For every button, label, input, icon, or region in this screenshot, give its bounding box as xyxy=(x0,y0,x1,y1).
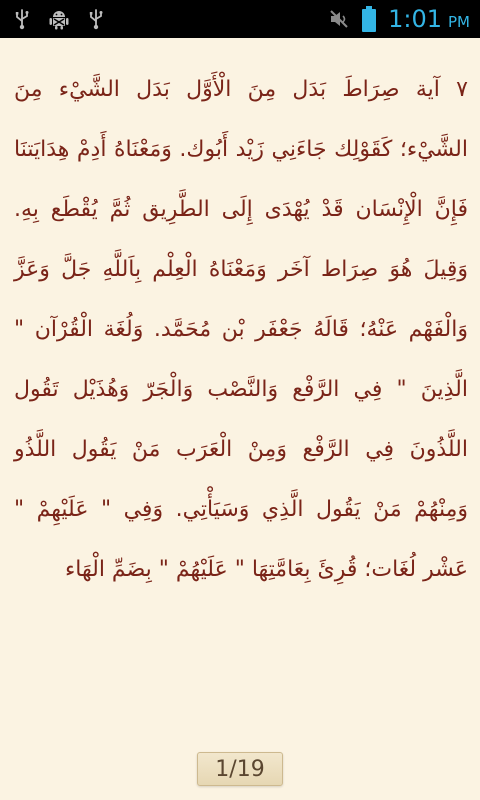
usb-icon xyxy=(88,8,104,30)
status-bar: 1:01 PM xyxy=(0,0,480,38)
page-indicator-button[interactable]: 1/19 xyxy=(197,752,283,786)
notification-icons xyxy=(14,8,104,30)
clock-time: 1:01 xyxy=(388,5,442,33)
clock-ampm: PM xyxy=(448,13,470,31)
usb-icon xyxy=(14,8,30,30)
reader-page[interactable]: ٧ آية صِرَاطَ بَدَل مِنَ الْأَوَّل بَدَل… xyxy=(0,38,480,800)
battery-icon xyxy=(362,6,377,32)
system-icons: 1:01 PM xyxy=(328,5,470,33)
page-text: ٧ آية صِرَاطَ بَدَل مِنَ الْأَوَّل بَدَل… xyxy=(14,77,468,582)
android-debug-icon xyxy=(48,8,70,30)
sound-muted-icon xyxy=(328,8,350,30)
status-clock: 1:01 PM xyxy=(388,5,470,33)
